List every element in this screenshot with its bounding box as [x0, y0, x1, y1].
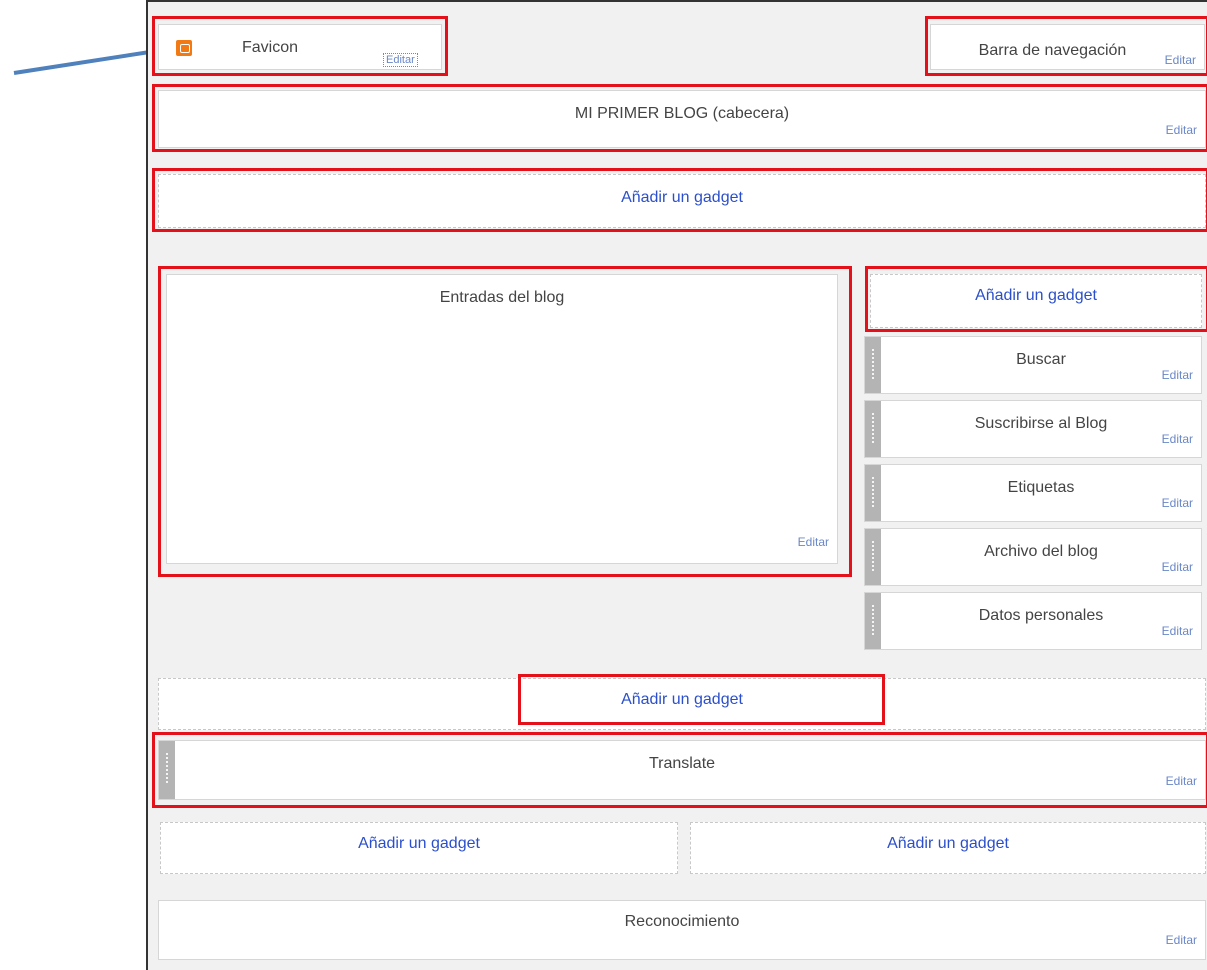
- add-gadget-label: Añadir un gadget: [621, 189, 743, 206]
- sidebar-gadget-datos[interactable]: Datos personales Editar: [864, 592, 1202, 650]
- navbar-title: Barra de navegación: [978, 42, 1127, 59]
- add-gadget-cross-column[interactable]: Añadir un gadget: [158, 174, 1206, 228]
- translate-title: Translate: [648, 755, 716, 772]
- blogger-favicon-icon: [176, 40, 192, 56]
- blog-posts-title: Entradas del blog: [439, 289, 565, 306]
- gadget-edit-link[interactable]: Editar: [1162, 368, 1193, 382]
- gadget-edit-link[interactable]: Editar: [1162, 432, 1193, 446]
- footer-add-gadget[interactable]: Añadir un gadget: [158, 678, 1206, 730]
- gadget-edit-link[interactable]: Editar: [1162, 496, 1193, 510]
- footer-add-gadget-label: Añadir un gadget: [621, 691, 743, 708]
- sidebar-add-gadget[interactable]: Añadir un gadget: [870, 274, 1202, 328]
- blog-posts-gadget[interactable]: Entradas del blog Editar: [166, 274, 838, 564]
- gadget-title: Archivo del blog: [984, 543, 1098, 560]
- navbar-edit-link[interactable]: Editar: [1165, 53, 1196, 67]
- attribution-gadget[interactable]: Reconocimiento Editar: [158, 900, 1206, 960]
- favicon-edit-link[interactable]: Editar: [383, 53, 418, 67]
- blog-header-title: MI PRIMER BLOG (cabecera): [574, 105, 790, 122]
- sidebar-gadget-suscribirse[interactable]: Suscribirse al Blog Editar: [864, 400, 1202, 458]
- navbar-gadget[interactable]: Barra de navegación Editar: [930, 24, 1205, 70]
- drag-handle[interactable]: [865, 401, 881, 457]
- footer-add-gadget-right[interactable]: Añadir un gadget: [690, 822, 1206, 874]
- attribution-title: Reconocimiento: [624, 913, 740, 930]
- drag-handle[interactable]: [865, 593, 881, 649]
- favicon-gadget[interactable]: Favicon Editar: [158, 24, 442, 70]
- translate-gadget[interactable]: Translate Editar: [158, 740, 1206, 800]
- sidebar-gadget-archivo[interactable]: Archivo del blog Editar: [864, 528, 1202, 586]
- blog-header-gadget[interactable]: MI PRIMER BLOG (cabecera) Editar: [158, 90, 1206, 148]
- gadget-edit-link[interactable]: Editar: [1162, 624, 1193, 638]
- sidebar-gadget-buscar[interactable]: Buscar Editar: [864, 336, 1202, 394]
- sidebar-gadget-etiquetas[interactable]: Etiquetas Editar: [864, 464, 1202, 522]
- gadget-title: Etiquetas: [1007, 479, 1075, 496]
- sidebar-add-gadget-label: Añadir un gadget: [975, 287, 1097, 304]
- gadget-title: Suscribirse al Blog: [974, 415, 1108, 432]
- layout-canvas: Favicon Editar Barra de navegación Edita…: [146, 0, 1207, 970]
- attribution-edit-link[interactable]: Editar: [1166, 933, 1197, 947]
- blog-header-edit-link[interactable]: Editar: [1166, 123, 1197, 137]
- footer-add-gadget-right-label: Añadir un gadget: [887, 835, 1009, 852]
- blog-posts-edit-link[interactable]: Editar: [798, 535, 829, 549]
- footer-add-gadget-left[interactable]: Añadir un gadget: [160, 822, 678, 874]
- gadget-title: Buscar: [1016, 351, 1066, 368]
- drag-handle[interactable]: [865, 465, 881, 521]
- gadget-title: Datos personales: [978, 607, 1104, 624]
- drag-handle[interactable]: [865, 529, 881, 585]
- translate-edit-link[interactable]: Editar: [1166, 774, 1197, 788]
- drag-handle[interactable]: [865, 337, 881, 393]
- gadget-edit-link[interactable]: Editar: [1162, 560, 1193, 574]
- footer-add-gadget-left-label: Añadir un gadget: [358, 835, 480, 852]
